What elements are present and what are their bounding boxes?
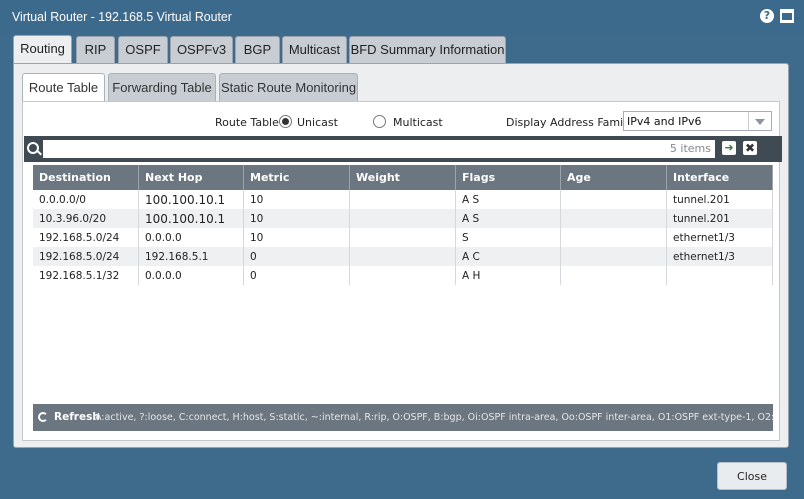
maximize-icon[interactable] xyxy=(780,9,794,23)
search-icon xyxy=(27,142,39,154)
cell-metric: 0 xyxy=(243,247,350,266)
cell-interface: ethernet1/3 xyxy=(666,228,773,247)
close-button[interactable]: Close xyxy=(717,462,787,490)
column-header-destination[interactable]: Destination xyxy=(33,165,139,190)
tab-multicast[interactable]: Multicast xyxy=(282,36,347,64)
route-table: Destination Next Hop Metric Weight Flags… xyxy=(33,165,773,285)
clear-filter-icon[interactable]: ✖ xyxy=(743,141,757,155)
flags-legend: A:active, ?:loose, C:connect, H:host, S:… xyxy=(95,412,773,423)
refresh-button[interactable]: Refresh xyxy=(54,411,100,423)
tab-rip[interactable]: RIP xyxy=(76,36,115,64)
cell-destination: 192.168.5.0/24 xyxy=(33,247,139,266)
subtab-forwarding-table[interactable]: Forwarding Table xyxy=(108,73,216,101)
cell-destination: 192.168.5.0/24 xyxy=(33,228,139,247)
tab-ospfv3[interactable]: OSPFv3 xyxy=(170,36,233,64)
window-title: Virtual Router - 192.168.5 Virtual Route… xyxy=(12,9,232,24)
tab-bfd-summary[interactable]: BFD Summary Information xyxy=(349,36,506,64)
display-family-value: IPv4 and IPv6 xyxy=(627,115,702,128)
unicast-label: Unicast xyxy=(297,116,338,129)
column-header-weight[interactable]: Weight xyxy=(349,165,456,190)
cell-metric: 0 xyxy=(243,266,350,285)
column-header-age[interactable]: Age xyxy=(560,165,667,190)
cell-interface: ethernet1/3 xyxy=(666,247,773,266)
cell-weight xyxy=(349,209,456,228)
cell-destination: 10.3.96.0/20 xyxy=(33,209,139,228)
subtab-route-table[interactable]: Route Table xyxy=(22,73,105,102)
cell-weight xyxy=(349,266,456,285)
refresh-icon[interactable] xyxy=(38,412,48,422)
cell-flags: A S xyxy=(455,190,561,209)
tab-ospf[interactable]: OSPF xyxy=(118,36,168,64)
subtab-static-route-monitoring[interactable]: Static Route Monitoring xyxy=(219,73,358,101)
table-row[interactable]: 0.0.0.0/0 100.100.10.1 10 A S tunnel.201 xyxy=(33,190,773,209)
cell-flags: A C xyxy=(455,247,561,266)
tab-routing[interactable]: Routing xyxy=(13,35,72,65)
table-row[interactable]: 192.168.5.0/24 0.0.0.0 10 S ethernet1/3 xyxy=(33,228,773,247)
tab-bgp[interactable]: BGP xyxy=(235,36,280,64)
column-header-metric[interactable]: Metric xyxy=(243,165,350,190)
route-table-label: Route Table xyxy=(215,116,279,129)
cell-interface: tunnel.201 xyxy=(666,190,773,209)
window-titlebar: Virtual Router - 192.168.5 Virtual Route… xyxy=(0,0,804,34)
table-row[interactable]: 192.168.5.0/24 192.168.5.1 0 A C etherne… xyxy=(33,247,773,266)
table-row[interactable]: 192.168.5.1/32 0.0.0.0 0 A H xyxy=(33,266,773,285)
cell-age xyxy=(560,209,667,228)
cell-next-hop: 192.168.5.1 xyxy=(138,247,244,266)
routing-panel: Route Table Forwarding Table Static Rout… xyxy=(13,63,789,448)
cell-interface: tunnel.201 xyxy=(666,209,773,228)
cell-interface xyxy=(666,266,773,285)
column-header-interface[interactable]: Interface xyxy=(666,165,773,190)
cell-weight xyxy=(349,228,456,247)
cell-weight xyxy=(349,190,456,209)
unicast-radio[interactable] xyxy=(279,115,292,128)
cell-flags: A H xyxy=(455,266,561,285)
search-input[interactable]: 5 items xyxy=(43,140,715,158)
chevron-down-icon xyxy=(748,112,771,130)
cell-next-hop: 100.100.10.1 xyxy=(138,209,244,228)
cell-age xyxy=(560,190,667,209)
column-header-flags[interactable]: Flags xyxy=(455,165,561,190)
cell-weight xyxy=(349,247,456,266)
display-family-label: Display Address Family xyxy=(506,116,633,129)
display-family-select[interactable]: IPv4 and IPv6 xyxy=(623,111,772,131)
multicast-radio[interactable] xyxy=(373,115,386,128)
cell-flags: S xyxy=(455,228,561,247)
cell-age xyxy=(560,228,667,247)
cell-next-hop: 0.0.0.0 xyxy=(138,266,244,285)
cell-metric: 10 xyxy=(243,209,350,228)
cell-destination: 0.0.0.0/0 xyxy=(33,190,139,209)
multicast-label: Multicast xyxy=(393,116,443,129)
column-header-next-hop[interactable]: Next Hop xyxy=(138,165,244,190)
search-bar: 5 items ➜ ✖ xyxy=(24,136,782,162)
cell-metric: 10 xyxy=(243,190,350,209)
table-row[interactable]: 10.3.96.0/20 100.100.10.1 10 A S tunnel.… xyxy=(33,209,773,228)
apply-filter-icon[interactable]: ➜ xyxy=(722,141,736,155)
cell-metric: 10 xyxy=(243,228,350,247)
cell-age xyxy=(560,266,667,285)
table-header-row: Destination Next Hop Metric Weight Flags… xyxy=(33,165,773,190)
cell-destination: 192.168.5.1/32 xyxy=(33,266,139,285)
help-icon[interactable]: ? xyxy=(760,9,774,23)
cell-next-hop: 100.100.10.1 xyxy=(138,190,244,209)
cell-flags: A S xyxy=(455,209,561,228)
table-footer: Refresh A:active, ?:loose, C:connect, H:… xyxy=(33,404,773,431)
cell-next-hop: 0.0.0.0 xyxy=(138,228,244,247)
cell-age xyxy=(560,247,667,266)
